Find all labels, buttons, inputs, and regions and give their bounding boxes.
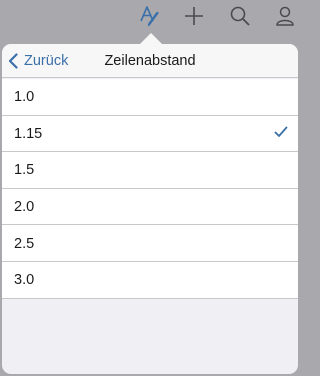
option-2-0[interactable]: 2.0 xyxy=(2,189,298,226)
plus-icon[interactable] xyxy=(181,3,207,29)
back-button[interactable]: Zurück xyxy=(8,44,68,78)
search-icon[interactable] xyxy=(227,3,253,29)
option-label: 1.5 xyxy=(14,162,35,179)
option-label: 2.0 xyxy=(14,199,35,216)
user-icon[interactable] xyxy=(272,3,298,29)
option-label: 1.0 xyxy=(14,89,35,106)
chevron-left-icon xyxy=(8,53,18,69)
option-1-5[interactable]: 1.5 xyxy=(2,152,298,189)
option-label: 1.15 xyxy=(14,125,43,142)
option-label: 3.0 xyxy=(14,271,35,288)
back-label: Zurück xyxy=(24,53,69,69)
option-3-0[interactable]: 3.0 xyxy=(2,262,298,299)
toolbar xyxy=(0,0,300,32)
option-1-15[interactable]: 1.15 xyxy=(2,116,298,153)
popover-nav-bar: Zurück Zeilenabstand xyxy=(2,44,298,78)
popover-arrow xyxy=(140,33,162,44)
text-format-icon[interactable] xyxy=(137,3,163,29)
option-label: 2.5 xyxy=(14,235,35,252)
option-2-5[interactable]: 2.5 xyxy=(2,225,298,262)
option-1-0[interactable]: 1.0 xyxy=(2,79,298,116)
line-spacing-popover: Zurück Zeilenabstand 1.0 1.15 1.5 2.0 2.… xyxy=(2,44,298,374)
checkmark-icon xyxy=(274,126,288,142)
line-spacing-list: 1.0 1.15 1.5 2.0 2.5 3.0 xyxy=(2,79,298,299)
